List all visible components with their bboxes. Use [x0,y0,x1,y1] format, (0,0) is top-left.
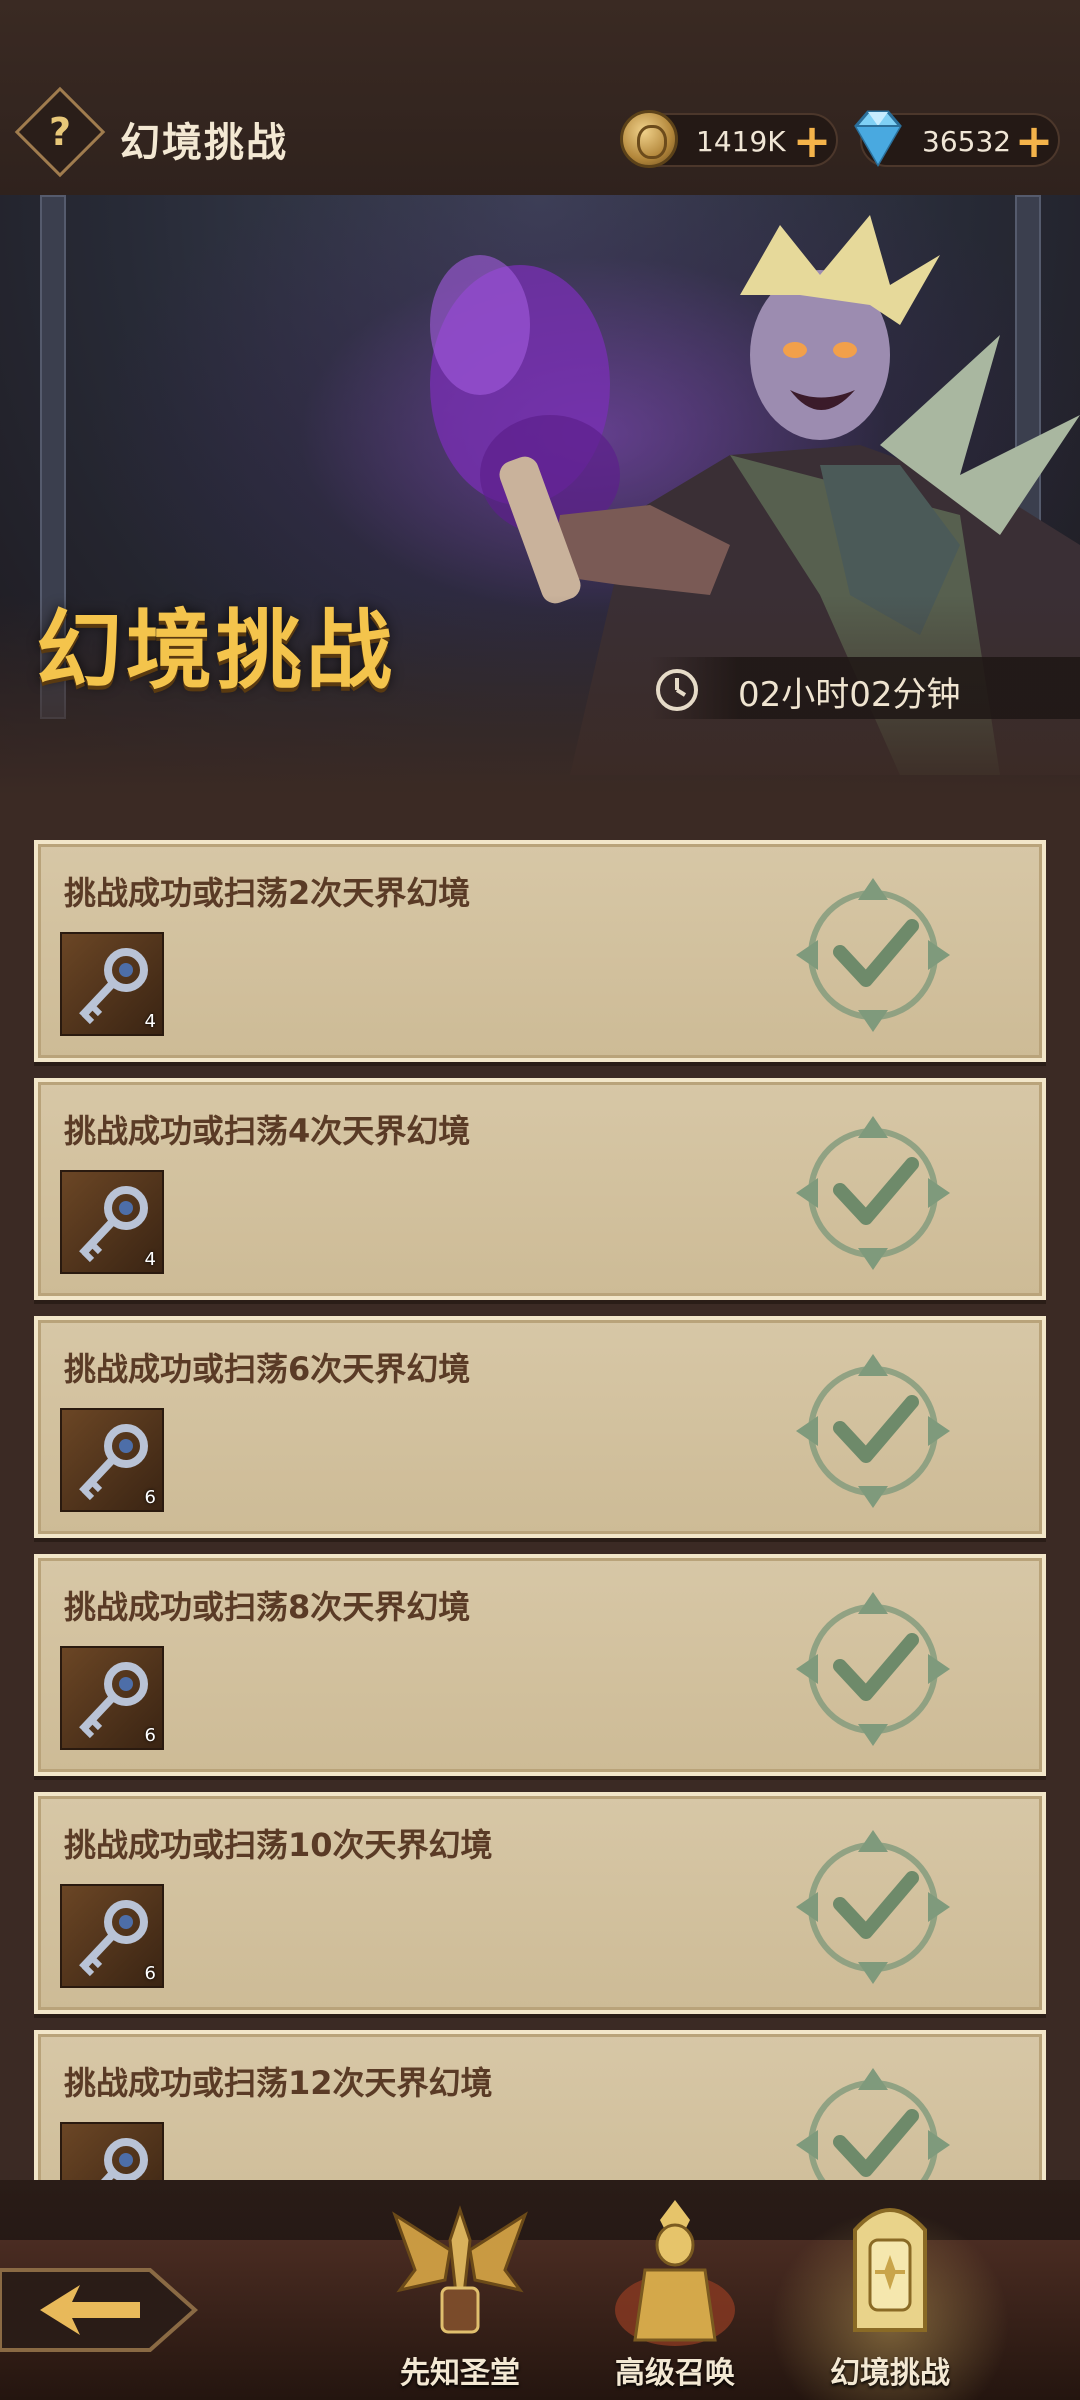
reward-item[interactable]: 6 [60,1884,164,1988]
top-bar: ? 幻境挑战 1419K + 36532 + [0,0,1080,198]
event-banner: 幻境挑战 02小时02分钟 [0,195,1080,795]
task-card: 挑战成功或扫荡8次天界幻境 6 [34,1554,1046,1776]
reward-quantity: 4 [144,1011,156,1032]
tab-illusion-challenge[interactable]: 幻境挑战 [770,2200,1010,2400]
tab-label: 幻境挑战 [830,2356,950,2391]
reward-item[interactable]: 6 [60,1646,164,1750]
task-title: 挑战成功或扫荡6次天界幻境 [64,1350,471,1388]
banner-title: 幻境挑战 [36,601,396,701]
completed-check-icon [796,2068,950,2180]
task-card: 挑战成功或扫荡4次天界幻境 4 [34,1078,1046,1300]
gold-coin-icon [620,110,678,168]
gem-amount: 36532 [922,125,1012,158]
key-icon [100,2138,148,2180]
add-gem-button[interactable]: + [1012,118,1056,164]
task-card: 挑战成功或扫荡2次天界幻境 4 [34,840,1046,1062]
task-title: 挑战成功或扫荡10次天界幻境 [64,1826,493,1864]
task-card: 挑战成功或扫荡12次天界幻境 [34,2030,1046,2180]
clock-icon [656,669,698,711]
page-title: 幻境挑战 [120,120,288,166]
task-list[interactable]: 挑战成功或扫荡2次天界幻境 4 挑战成功或扫荡4次天界幻境 4 挑战成功或扫荡6… [0,840,1080,2180]
golden-throne-icon [853,2208,927,2332]
help-button[interactable]: ? [14,86,106,178]
completed-check-icon [796,1116,950,1270]
task-card: 挑战成功或扫荡6次天界幻境 6 [34,1316,1046,1538]
task-title: 挑战成功或扫荡8次天界幻境 [64,1588,471,1626]
back-button[interactable] [0,2250,200,2370]
completed-check-icon [796,1830,950,1984]
reward-quantity: 6 [144,1725,156,1746]
tab-label: 高级召唤 [615,2356,735,2391]
tab-advanced-summon[interactable]: 高级召唤 [575,2200,775,2400]
reward-item[interactable]: 4 [60,1170,164,1274]
reward-quantity: 6 [144,1487,156,1508]
task-title: 挑战成功或扫荡2次天界幻境 [64,874,471,912]
golden-angel-icon [615,2200,735,2346]
task-card: 挑战成功或扫荡10次天界幻境 6 [34,1792,1046,2014]
tab-label: 先知圣堂 [400,2356,520,2391]
gold-amount: 1419K [696,125,786,158]
reward-item[interactable]: 6 [60,1408,164,1512]
reward-quantity: 4 [144,1249,156,1270]
diamond-icon [854,110,902,167]
reward-item[interactable] [60,2122,164,2180]
completed-check-icon [796,1592,950,1746]
question-mark-icon: ? [48,110,72,154]
countdown-timer: 02小时02分钟 [738,675,961,715]
tab-prophet-hall[interactable]: 先知圣堂 [360,2200,560,2400]
reward-item[interactable]: 4 [60,932,164,1036]
add-gold-button[interactable]: + [790,118,834,164]
completed-check-icon [796,878,950,1032]
task-title: 挑战成功或扫荡4次天界幻境 [64,1112,471,1150]
completed-check-icon [796,1354,950,1508]
reward-quantity: 6 [144,1963,156,1984]
task-title: 挑战成功或扫荡12次天界幻境 [64,2064,493,2102]
winged-sword-icon [392,2205,528,2334]
